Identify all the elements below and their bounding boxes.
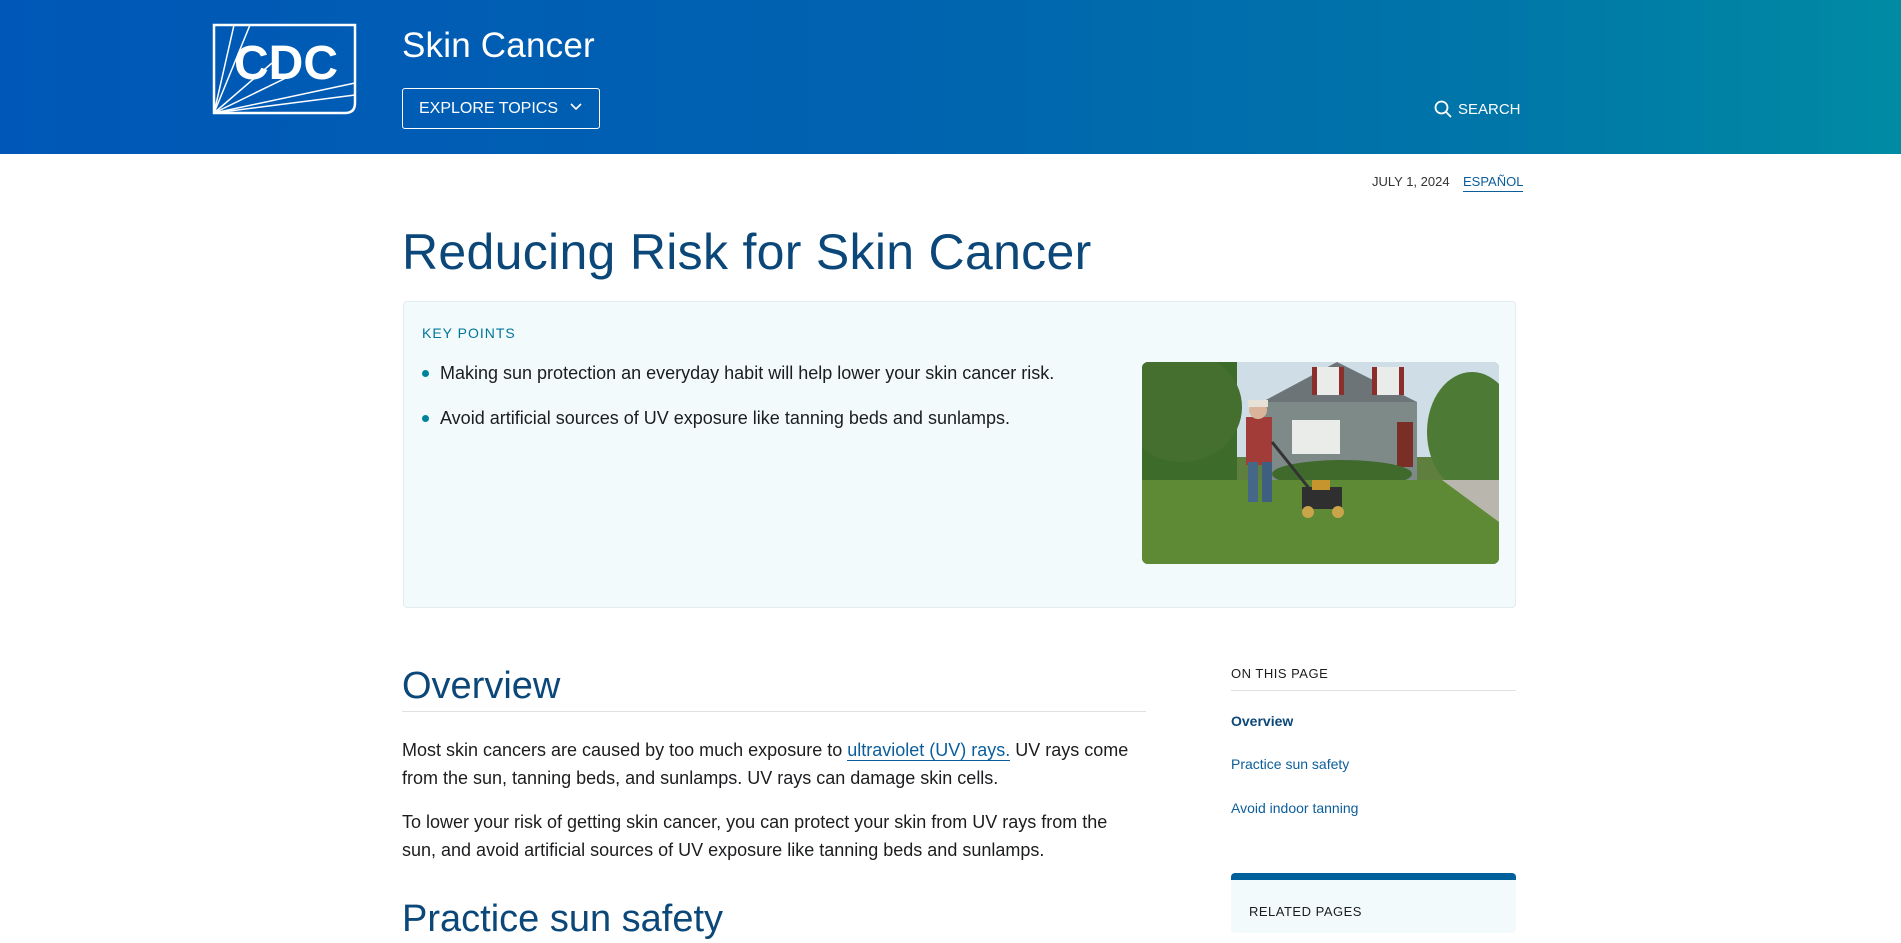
cdc-logo[interactable]: CDC	[212, 23, 357, 115]
lawn-mowing-photo	[1142, 362, 1499, 564]
otp-link-practice-sun-safety[interactable]: Practice sun safety	[1231, 756, 1349, 772]
paragraph-text: Most skin cancers are caused by too much…	[402, 740, 848, 760]
otp-link-avoid-indoor-tanning[interactable]: Avoid indoor tanning	[1231, 800, 1358, 816]
uv-rays-link[interactable]: ultraviolet (UV) rays.	[847, 740, 1011, 761]
page-title: Reducing Risk for Skin Cancer	[402, 224, 1092, 280]
key-point-text: Making sun protection an everyday habit …	[440, 363, 1055, 383]
search-icon	[1434, 100, 1452, 118]
overview-paragraph-1: Most skin cancers are caused by too much…	[402, 736, 1146, 792]
list-item: Making sun protection an everyday habit …	[422, 362, 1122, 384]
site-header: CDC Skin Cancer EXPLORE TOPICS SEARCH	[0, 0, 1901, 154]
espanol-link[interactable]: ESPAÑOL	[1463, 174, 1524, 192]
overview-paragraph-2: To lower your risk of getting skin cance…	[402, 812, 1108, 860]
bullet-icon	[422, 370, 429, 377]
related-pages-box: RELATED PAGES	[1231, 873, 1516, 933]
search-label: SEARCH	[1458, 100, 1521, 118]
key-point-text: Avoid artificial sources of UV exposure …	[440, 408, 1010, 428]
svg-text:CDC: CDC	[234, 37, 338, 90]
list-item: Avoid artificial sources of UV exposure …	[422, 407, 1122, 429]
overview-heading: Overview	[402, 665, 561, 707]
key-points-box: KEY POINTS Making sun protection an ever…	[403, 301, 1516, 608]
explore-topics-label: EXPLORE TOPICS	[419, 99, 559, 117]
practice-sun-safety-heading: Practice sun safety	[402, 898, 724, 940]
key-points-label: KEY POINTS	[422, 325, 516, 341]
publish-date: JULY 1, 2024	[1372, 174, 1450, 189]
on-this-page-nav: ON THIS PAGE Overview Practice sun safet…	[1231, 666, 1516, 816]
bullet-icon	[422, 415, 429, 422]
related-pages-label: RELATED PAGES	[1249, 904, 1362, 919]
search-button[interactable]: SEARCH	[1434, 98, 1521, 120]
on-this-page-label: ON THIS PAGE	[1231, 666, 1516, 691]
explore-topics-button[interactable]: EXPLORE TOPICS	[402, 88, 600, 129]
section-divider	[402, 711, 1146, 712]
key-points-list: Making sun protection an everyday habit …	[422, 362, 1122, 452]
chevron-down-icon	[569, 100, 583, 114]
site-title[interactable]: Skin Cancer	[402, 24, 595, 68]
otp-link-overview[interactable]: Overview	[1231, 713, 1293, 729]
